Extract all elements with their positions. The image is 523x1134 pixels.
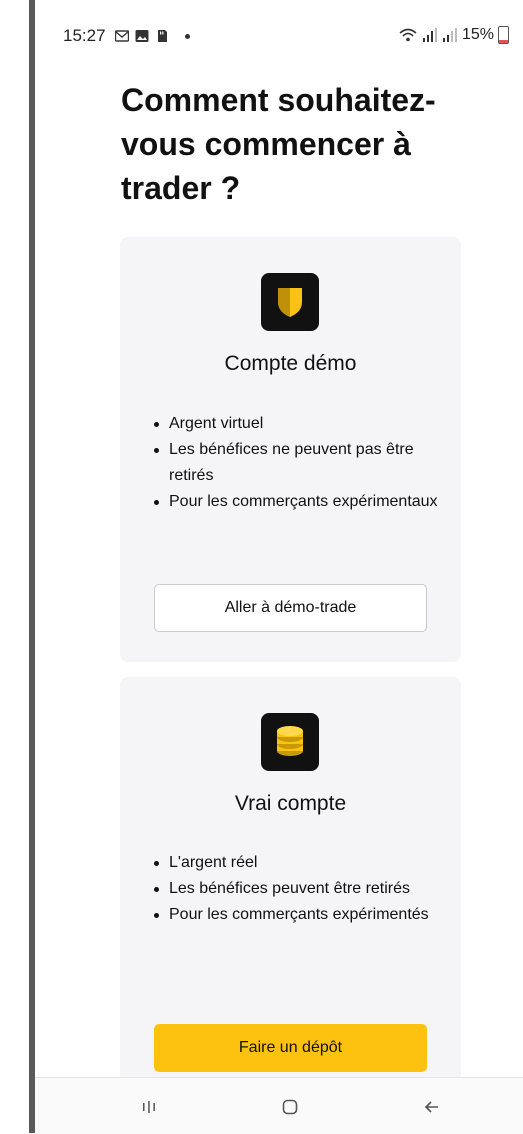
list-item: L'argent réel [152,850,442,876]
system-nav-bar [35,1077,523,1134]
left-edge-bar [29,0,35,1133]
list-item: Argent virtuel [152,411,442,437]
photo-icon [135,30,149,42]
shield-icon [261,273,319,331]
demo-card-title: Compte démo [224,352,357,375]
deposit-button[interactable]: Faire un dépôt [154,1024,427,1072]
notification-icons [115,28,190,44]
gmail-icon [115,30,129,42]
home-icon[interactable] [278,1095,302,1119]
status-bar: 15:27 15% [35,22,523,50]
status-indicators: 15% [398,26,509,44]
demo-account-card: Compte démo Argent virtuel Les bénéfices… [120,237,461,662]
wifi-icon [399,28,417,42]
back-icon[interactable] [420,1095,444,1119]
real-features-list: L'argent réel Les bénéfices peuvent être… [152,850,442,928]
dot-icon [185,33,190,39]
demo-features-list: Argent virtuel Les bénéfices ne peuvent … [152,411,442,515]
coins-icon [261,713,319,771]
list-item: Les bénéfices ne peuvent pas être retiré… [152,437,442,489]
status-time: 15:27 [63,26,106,45]
page-title: Comment souhaitez-vous commencer à trade… [121,82,436,206]
demo-trade-button[interactable]: Aller à démo-trade [154,584,427,632]
signal-icon [422,28,437,42]
list-item: Les bénéfices peuvent être retirés [152,876,442,902]
real-account-card: Vrai compte L'argent réel Les bénéfices … [120,677,461,1097]
battery-icon [498,26,509,44]
recent-apps-icon[interactable] [137,1095,161,1119]
list-item: Pour les commerçants expérimentés [152,902,442,928]
sd-card-icon [158,30,167,42]
list-item: Pour les commerçants expérimentaux [152,489,442,515]
battery-percent: 15% [461,26,494,43]
real-card-title: Vrai compte [234,792,347,815]
signal-icon [442,28,457,42]
